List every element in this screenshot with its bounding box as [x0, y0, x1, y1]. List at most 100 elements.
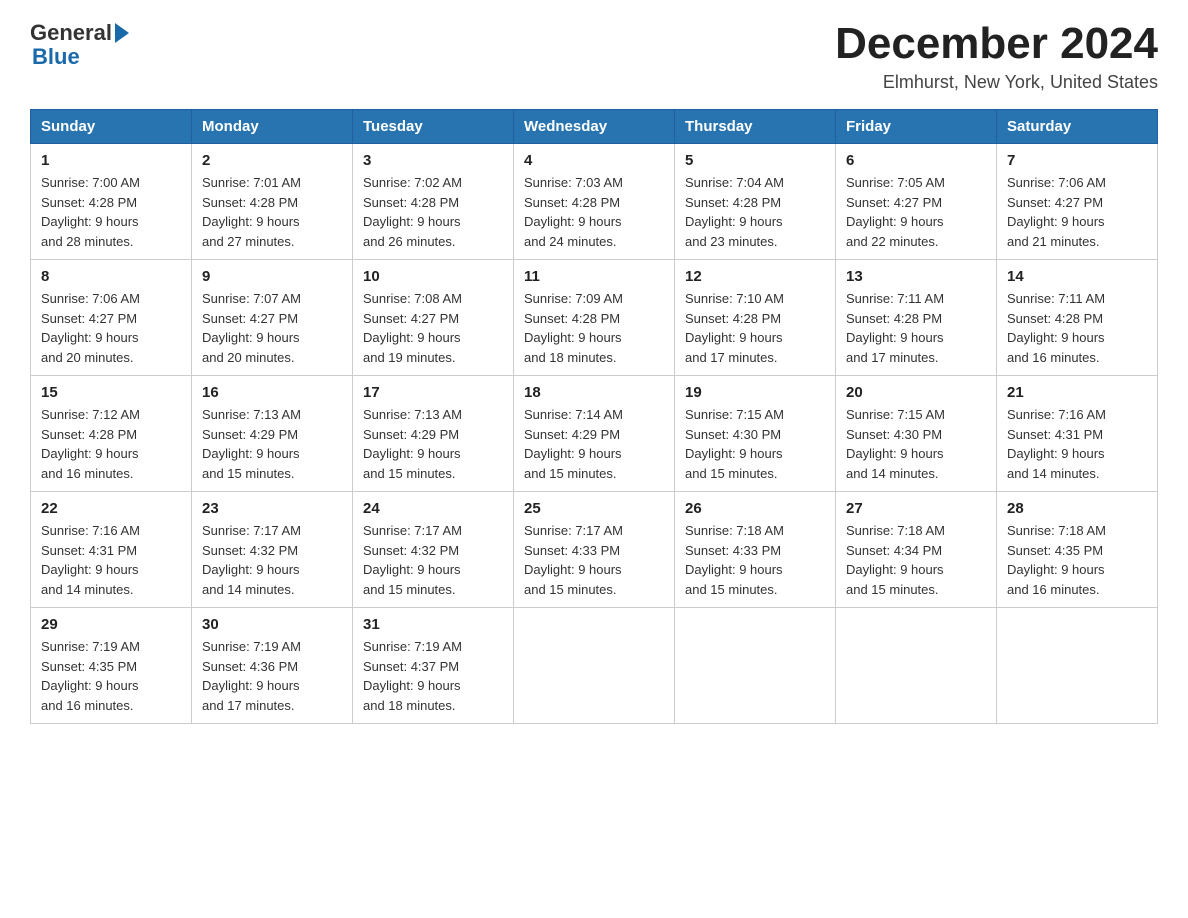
day-info: Sunrise: 7:18 AM Sunset: 4:34 PM Dayligh…	[846, 521, 986, 599]
calendar-header-row: SundayMondayTuesdayWednesdayThursdayFrid…	[31, 110, 1158, 144]
calendar-week-row: 15 Sunrise: 7:12 AM Sunset: 4:28 PM Dayl…	[31, 376, 1158, 492]
calendar-cell: 17 Sunrise: 7:13 AM Sunset: 4:29 PM Dayl…	[353, 376, 514, 492]
day-info: Sunrise: 7:10 AM Sunset: 4:28 PM Dayligh…	[685, 289, 825, 367]
day-info: Sunrise: 7:06 AM Sunset: 4:27 PM Dayligh…	[1007, 173, 1147, 251]
day-info: Sunrise: 7:18 AM Sunset: 4:35 PM Dayligh…	[1007, 521, 1147, 599]
day-number: 25	[524, 500, 664, 517]
day-info: Sunrise: 7:08 AM Sunset: 4:27 PM Dayligh…	[363, 289, 503, 367]
calendar-cell: 1 Sunrise: 7:00 AM Sunset: 4:28 PM Dayli…	[31, 144, 192, 260]
day-info: Sunrise: 7:06 AM Sunset: 4:27 PM Dayligh…	[41, 289, 181, 367]
day-info: Sunrise: 7:00 AM Sunset: 4:28 PM Dayligh…	[41, 173, 181, 251]
day-number: 20	[846, 384, 986, 401]
calendar-title: December 2024	[835, 20, 1158, 68]
day-info: Sunrise: 7:12 AM Sunset: 4:28 PM Dayligh…	[41, 405, 181, 483]
calendar-cell: 24 Sunrise: 7:17 AM Sunset: 4:32 PM Dayl…	[353, 492, 514, 608]
day-number: 8	[41, 268, 181, 285]
calendar-cell: 7 Sunrise: 7:06 AM Sunset: 4:27 PM Dayli…	[997, 144, 1158, 260]
day-info: Sunrise: 7:11 AM Sunset: 4:28 PM Dayligh…	[846, 289, 986, 367]
calendar-cell: 3 Sunrise: 7:02 AM Sunset: 4:28 PM Dayli…	[353, 144, 514, 260]
calendar-cell: 30 Sunrise: 7:19 AM Sunset: 4:36 PM Dayl…	[192, 608, 353, 724]
day-number: 10	[363, 268, 503, 285]
day-info: Sunrise: 7:19 AM Sunset: 4:36 PM Dayligh…	[202, 637, 342, 715]
day-info: Sunrise: 7:07 AM Sunset: 4:27 PM Dayligh…	[202, 289, 342, 367]
calendar-week-row: 29 Sunrise: 7:19 AM Sunset: 4:35 PM Dayl…	[31, 608, 1158, 724]
logo-triangle-icon	[115, 23, 129, 43]
day-info: Sunrise: 7:01 AM Sunset: 4:28 PM Dayligh…	[202, 173, 342, 251]
logo: General Blue	[30, 20, 129, 70]
day-number: 13	[846, 268, 986, 285]
col-header-thursday: Thursday	[675, 110, 836, 144]
calendar-subtitle: Elmhurst, New York, United States	[835, 72, 1158, 93]
day-info: Sunrise: 7:02 AM Sunset: 4:28 PM Dayligh…	[363, 173, 503, 251]
day-number: 21	[1007, 384, 1147, 401]
calendar-week-row: 22 Sunrise: 7:16 AM Sunset: 4:31 PM Dayl…	[31, 492, 1158, 608]
col-header-friday: Friday	[836, 110, 997, 144]
day-info: Sunrise: 7:04 AM Sunset: 4:28 PM Dayligh…	[685, 173, 825, 251]
day-info: Sunrise: 7:17 AM Sunset: 4:32 PM Dayligh…	[202, 521, 342, 599]
calendar-cell: 29 Sunrise: 7:19 AM Sunset: 4:35 PM Dayl…	[31, 608, 192, 724]
calendar-table: SundayMondayTuesdayWednesdayThursdayFrid…	[30, 109, 1158, 724]
day-info: Sunrise: 7:19 AM Sunset: 4:37 PM Dayligh…	[363, 637, 503, 715]
day-number: 6	[846, 152, 986, 169]
day-number: 3	[363, 152, 503, 169]
day-info: Sunrise: 7:14 AM Sunset: 4:29 PM Dayligh…	[524, 405, 664, 483]
calendar-cell: 23 Sunrise: 7:17 AM Sunset: 4:32 PM Dayl…	[192, 492, 353, 608]
calendar-cell: 10 Sunrise: 7:08 AM Sunset: 4:27 PM Dayl…	[353, 260, 514, 376]
day-number: 14	[1007, 268, 1147, 285]
calendar-cell: 4 Sunrise: 7:03 AM Sunset: 4:28 PM Dayli…	[514, 144, 675, 260]
day-number: 19	[685, 384, 825, 401]
calendar-cell: 14 Sunrise: 7:11 AM Sunset: 4:28 PM Dayl…	[997, 260, 1158, 376]
calendar-cell: 13 Sunrise: 7:11 AM Sunset: 4:28 PM Dayl…	[836, 260, 997, 376]
day-info: Sunrise: 7:09 AM Sunset: 4:28 PM Dayligh…	[524, 289, 664, 367]
day-number: 30	[202, 616, 342, 633]
day-number: 22	[41, 500, 181, 517]
day-info: Sunrise: 7:19 AM Sunset: 4:35 PM Dayligh…	[41, 637, 181, 715]
day-number: 28	[1007, 500, 1147, 517]
calendar-cell: 8 Sunrise: 7:06 AM Sunset: 4:27 PM Dayli…	[31, 260, 192, 376]
day-number: 12	[685, 268, 825, 285]
day-info: Sunrise: 7:05 AM Sunset: 4:27 PM Dayligh…	[846, 173, 986, 251]
day-number: 27	[846, 500, 986, 517]
col-header-tuesday: Tuesday	[353, 110, 514, 144]
calendar-cell: 22 Sunrise: 7:16 AM Sunset: 4:31 PM Dayl…	[31, 492, 192, 608]
calendar-cell: 21 Sunrise: 7:16 AM Sunset: 4:31 PM Dayl…	[997, 376, 1158, 492]
calendar-cell: 19 Sunrise: 7:15 AM Sunset: 4:30 PM Dayl…	[675, 376, 836, 492]
day-number: 16	[202, 384, 342, 401]
day-number: 23	[202, 500, 342, 517]
day-info: Sunrise: 7:03 AM Sunset: 4:28 PM Dayligh…	[524, 173, 664, 251]
logo-general-text: General	[30, 20, 112, 46]
day-number: 31	[363, 616, 503, 633]
day-info: Sunrise: 7:13 AM Sunset: 4:29 PM Dayligh…	[363, 405, 503, 483]
day-number: 24	[363, 500, 503, 517]
calendar-cell: 11 Sunrise: 7:09 AM Sunset: 4:28 PM Dayl…	[514, 260, 675, 376]
day-number: 18	[524, 384, 664, 401]
calendar-cell: 6 Sunrise: 7:05 AM Sunset: 4:27 PM Dayli…	[836, 144, 997, 260]
day-number: 11	[524, 268, 664, 285]
calendar-cell: 9 Sunrise: 7:07 AM Sunset: 4:27 PM Dayli…	[192, 260, 353, 376]
col-header-sunday: Sunday	[31, 110, 192, 144]
calendar-cell: 31 Sunrise: 7:19 AM Sunset: 4:37 PM Dayl…	[353, 608, 514, 724]
day-number: 15	[41, 384, 181, 401]
col-header-saturday: Saturday	[997, 110, 1158, 144]
calendar-cell	[997, 608, 1158, 724]
calendar-cell: 2 Sunrise: 7:01 AM Sunset: 4:28 PM Dayli…	[192, 144, 353, 260]
day-number: 7	[1007, 152, 1147, 169]
day-info: Sunrise: 7:13 AM Sunset: 4:29 PM Dayligh…	[202, 405, 342, 483]
day-info: Sunrise: 7:17 AM Sunset: 4:33 PM Dayligh…	[524, 521, 664, 599]
calendar-cell: 20 Sunrise: 7:15 AM Sunset: 4:30 PM Dayl…	[836, 376, 997, 492]
calendar-cell: 12 Sunrise: 7:10 AM Sunset: 4:28 PM Dayl…	[675, 260, 836, 376]
calendar-cell: 5 Sunrise: 7:04 AM Sunset: 4:28 PM Dayli…	[675, 144, 836, 260]
calendar-cell: 15 Sunrise: 7:12 AM Sunset: 4:28 PM Dayl…	[31, 376, 192, 492]
day-info: Sunrise: 7:16 AM Sunset: 4:31 PM Dayligh…	[1007, 405, 1147, 483]
col-header-wednesday: Wednesday	[514, 110, 675, 144]
day-info: Sunrise: 7:11 AM Sunset: 4:28 PM Dayligh…	[1007, 289, 1147, 367]
calendar-week-row: 8 Sunrise: 7:06 AM Sunset: 4:27 PM Dayli…	[31, 260, 1158, 376]
day-info: Sunrise: 7:15 AM Sunset: 4:30 PM Dayligh…	[685, 405, 825, 483]
day-number: 5	[685, 152, 825, 169]
calendar-cell	[836, 608, 997, 724]
calendar-cell: 28 Sunrise: 7:18 AM Sunset: 4:35 PM Dayl…	[997, 492, 1158, 608]
day-number: 9	[202, 268, 342, 285]
day-info: Sunrise: 7:16 AM Sunset: 4:31 PM Dayligh…	[41, 521, 181, 599]
calendar-cell	[514, 608, 675, 724]
day-number: 26	[685, 500, 825, 517]
